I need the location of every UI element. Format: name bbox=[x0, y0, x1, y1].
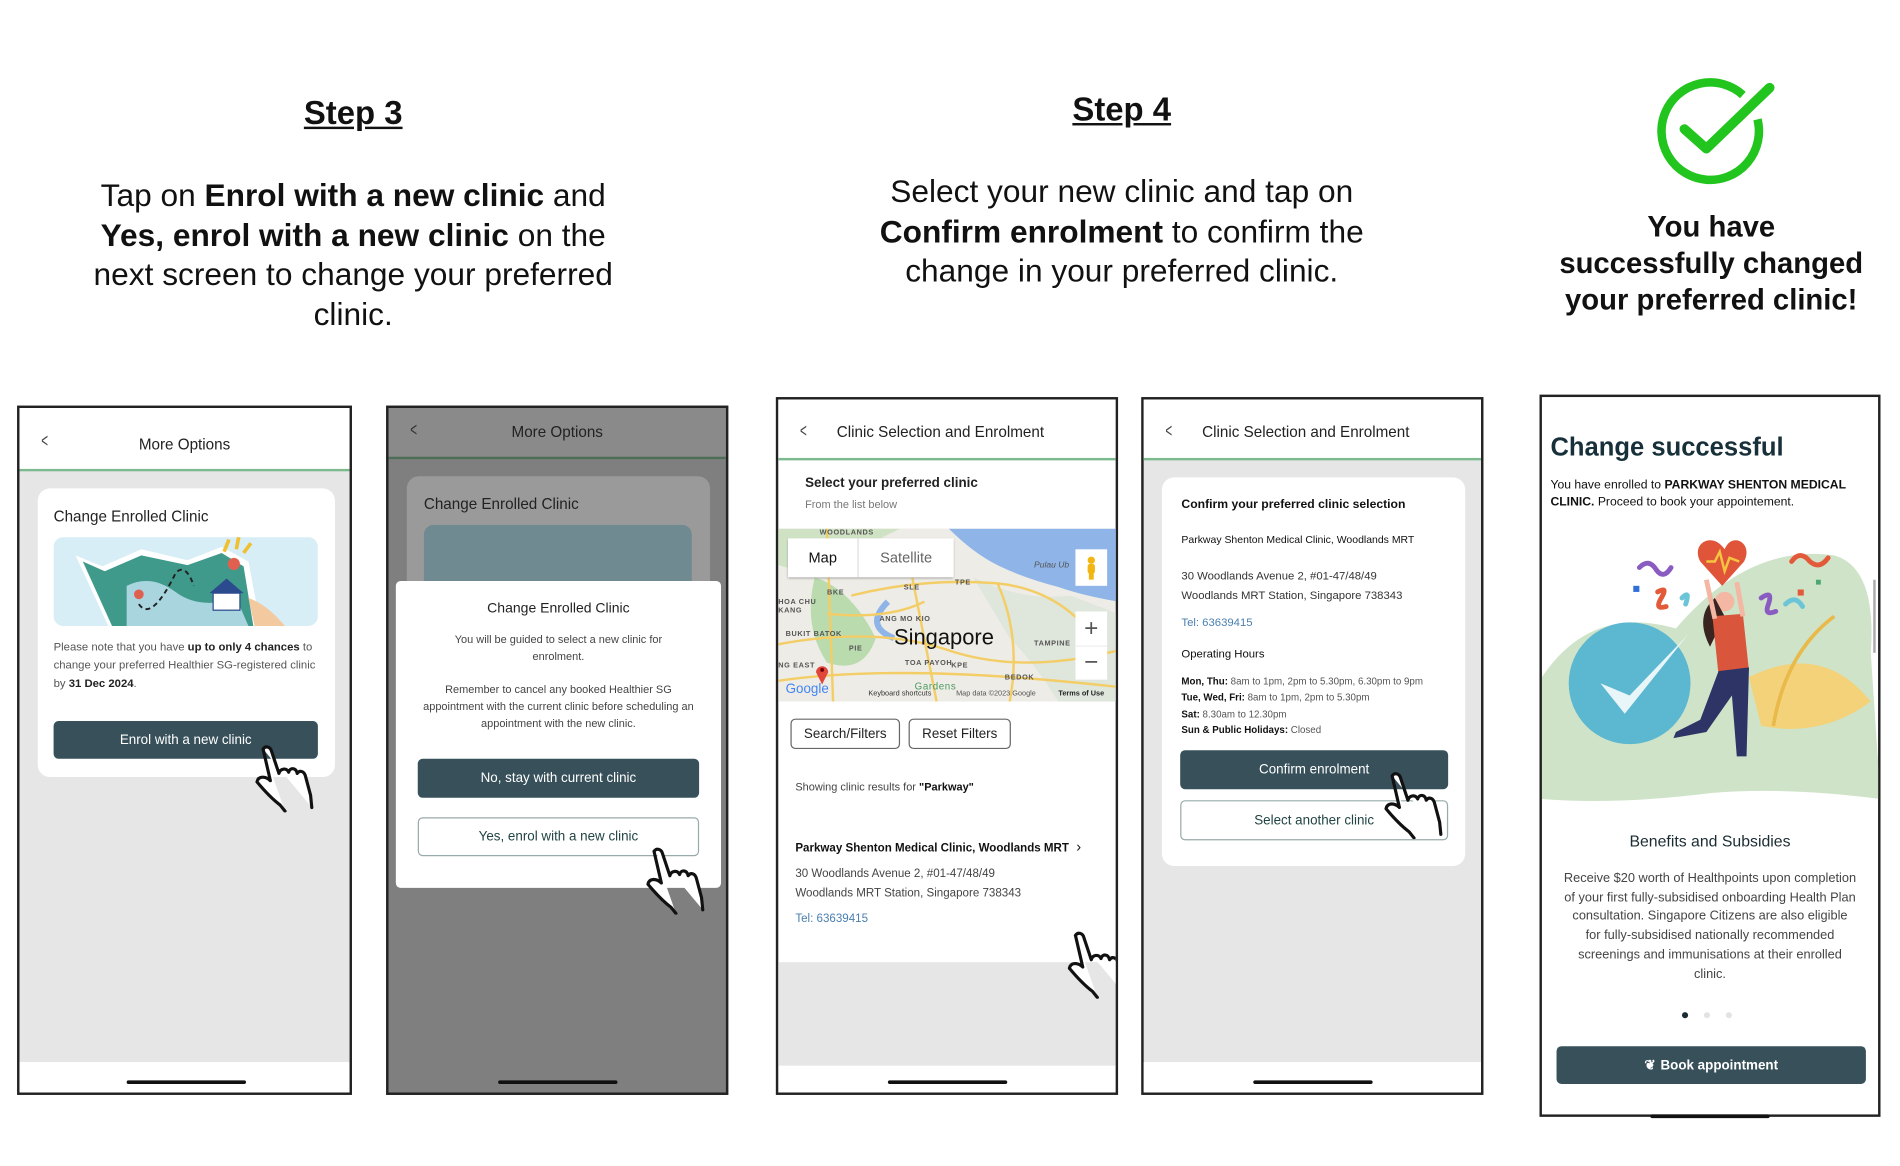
step3-title: Step 3 bbox=[303, 95, 403, 132]
home-indicator bbox=[126, 1080, 247, 1084]
phone-screen-more-options: < More Options Change Enrolled Clinic Pl… bbox=[17, 405, 352, 1095]
book-appointment-button[interactable]: ❦ Book appointment bbox=[1556, 1046, 1866, 1084]
carousel-dots bbox=[1681, 1012, 1732, 1019]
map-label: BEDOK bbox=[1004, 674, 1035, 683]
terms-link[interactable]: Terms of Use bbox=[1058, 691, 1104, 698]
map-type-toggle: Map Satellite bbox=[788, 538, 954, 578]
map-label: Pulau Ub bbox=[1034, 561, 1070, 571]
section-subtitle: From the list below bbox=[805, 498, 898, 511]
map-label: WOODLANDS bbox=[819, 529, 874, 538]
header: < More Options bbox=[388, 408, 726, 460]
map-label: KANG bbox=[778, 607, 803, 616]
map-city-label: Singapore bbox=[893, 624, 994, 650]
google-logo: Google bbox=[785, 682, 829, 697]
header-title: More Options bbox=[511, 423, 603, 441]
success-text: You have enrolled to PARKWAY SHENTON MED… bbox=[1550, 478, 1846, 509]
back-chevron-icon[interactable]: < bbox=[800, 421, 807, 443]
zoom-out-button[interactable]: − bbox=[1075, 645, 1108, 680]
celebration-illustration bbox=[1541, 540, 1879, 801]
change-clinic-modal: Change Enrolled Clinic You will be guide… bbox=[395, 580, 722, 888]
header-title: Clinic Selection and Enrolment bbox=[1202, 423, 1410, 441]
keyboard-shortcuts-link[interactable]: Keyboard shortcuts bbox=[868, 691, 931, 698]
phone-screen-clinic-selection: < Clinic Selection and Enrolment Select … bbox=[775, 397, 1119, 1095]
map-label: PIE bbox=[848, 645, 863, 653]
modal-title: Change Enrolled Clinic bbox=[487, 601, 630, 617]
satellite-tab[interactable]: Satellite bbox=[859, 538, 954, 577]
change-clinic-card: Change Enrolled Clinic Please note that … bbox=[37, 488, 335, 778]
clinic-address-line1: 30 Woodlands Avenue 2, #01-47/48/49 bbox=[795, 867, 995, 881]
map-label: NG EAST bbox=[778, 662, 816, 670]
clinic-name: Parkway Shenton Medical Clinic, Woodland… bbox=[1181, 533, 1415, 546]
stay-current-clinic-button[interactable]: No, stay with current clinic bbox=[417, 758, 700, 798]
modal-warning: Remember to cancel any booked Healthier … bbox=[423, 683, 694, 730]
check-circle-icon bbox=[1657, 78, 1775, 185]
pegman-icon[interactable] bbox=[1075, 549, 1108, 586]
step4-instructions: Select your new clinic and tap on Confir… bbox=[879, 172, 1364, 289]
map-label: TPE bbox=[954, 579, 971, 588]
scrollbar[interactable] bbox=[1873, 579, 1876, 653]
results-summary: Showing clinic results for "Parkway" bbox=[795, 780, 974, 793]
benefits-paragraph: Receive $20 worth of Healthpoints upon c… bbox=[1563, 870, 1857, 982]
success-title: Change successful bbox=[1550, 433, 1784, 462]
header: < Clinic Selection and Enrolment bbox=[778, 399, 1116, 461]
map-label: BKE bbox=[826, 589, 845, 597]
map-label: ANG MO KIO bbox=[879, 616, 931, 624]
card-title: Change Enrolled Clinic bbox=[423, 495, 579, 513]
tap-hand-icon bbox=[253, 744, 316, 812]
map-label: HOA CHU bbox=[778, 599, 817, 607]
clinic-address-line2: Woodlands MRT Station, Singapore 738343 bbox=[795, 886, 1022, 901]
phone-screen-confirm-enrolment: < Clinic Selection and Enrolment Confirm… bbox=[1141, 397, 1484, 1095]
success-message: You have successfully changed your preferr… bbox=[1559, 210, 1864, 317]
map-label: TAMPINE bbox=[1034, 640, 1071, 648]
phone-screen-confirm-modal: < More Options Change Enrolled Clinic Ch… bbox=[386, 405, 729, 1095]
header-title: Clinic Selection and Enrolment bbox=[836, 423, 1045, 441]
home-indicator bbox=[1650, 1114, 1770, 1119]
map-label: BUKIT BATOK bbox=[785, 630, 842, 639]
home-indicator bbox=[1253, 1080, 1373, 1084]
operating-hours-list: Mon, Thu: 8am to 1pm, 2pm to 5.30pm, 6.3… bbox=[1181, 675, 1423, 736]
step4-title: Step 4 bbox=[1072, 91, 1172, 128]
map-data-attribution: Map data ©2023 Google bbox=[956, 690, 1036, 698]
clinic-address: 30 Woodlands Avenue 2, #01-47/48/49 Woodl… bbox=[1181, 570, 1403, 602]
confirm-title: Confirm your preferred clinic selection bbox=[1181, 498, 1406, 512]
benefits-title: Benefits and Subsidies bbox=[1629, 831, 1791, 851]
header: < Clinic Selection and Enrolment bbox=[1143, 399, 1482, 461]
home-indicator bbox=[887, 1080, 1008, 1084]
search-filters-button[interactable]: Search/Filters bbox=[790, 718, 901, 750]
chances-note: Please note that you have up to only 4 c… bbox=[53, 640, 316, 690]
phone-screen-change-successful: Change successful You have enrolled to P… bbox=[1539, 394, 1881, 1117]
map-illustration bbox=[53, 537, 318, 627]
operating-hours-title: Operating Hours bbox=[1181, 647, 1265, 661]
section-title: Select your preferred clinic bbox=[805, 476, 978, 491]
carousel-dot-active[interactable] bbox=[1681, 1012, 1689, 1019]
map-label: TOA PAYOH bbox=[904, 660, 953, 668]
clinic-tel-link[interactable]: Tel: 63639415 bbox=[1181, 616, 1252, 628]
tap-hand-icon bbox=[1382, 771, 1445, 839]
chevron-right-icon: › bbox=[1076, 837, 1082, 856]
header: < More Options bbox=[19, 408, 350, 472]
home-indicator bbox=[498, 1080, 618, 1084]
map-tab[interactable]: Map bbox=[788, 538, 859, 578]
header-title: More Options bbox=[138, 436, 231, 454]
map-label: KPE bbox=[951, 662, 969, 670]
carousel-dot[interactable] bbox=[1725, 1012, 1732, 1019]
clinic-map[interactable]: Map Satellite WOODLANDS Pulau Ub SLE TPE… bbox=[778, 528, 1116, 702]
map-zoom-control: + − bbox=[1075, 611, 1108, 680]
tap-hand-icon bbox=[1066, 931, 1118, 999]
reset-filters-button[interactable]: Reset Filters bbox=[908, 718, 1011, 750]
map-label: SLE bbox=[903, 584, 920, 592]
clinic-tel-link[interactable]: Tel: 63639415 bbox=[795, 912, 1106, 925]
step3-instructions: Tap on Enrol with a new clinic and Yes, … bbox=[93, 176, 613, 332]
modal-text: You will be guided to select a new clini… bbox=[454, 633, 663, 663]
clinic-result-item[interactable]: Parkway Shenton Medical Clinic, Woodland… bbox=[795, 838, 1106, 926]
card-title: Change Enrolled Clinic bbox=[53, 507, 209, 525]
back-chevron-icon[interactable]: < bbox=[1165, 421, 1172, 443]
clinic-name: Parkway Shenton Medical Clinic, Woodland… bbox=[795, 837, 1082, 856]
zoom-in-button[interactable]: + bbox=[1075, 611, 1107, 645]
lion-head-icon: ❦ bbox=[1644, 1058, 1656, 1074]
tap-hand-icon bbox=[644, 846, 707, 914]
carousel-dot[interactable] bbox=[1703, 1012, 1711, 1019]
